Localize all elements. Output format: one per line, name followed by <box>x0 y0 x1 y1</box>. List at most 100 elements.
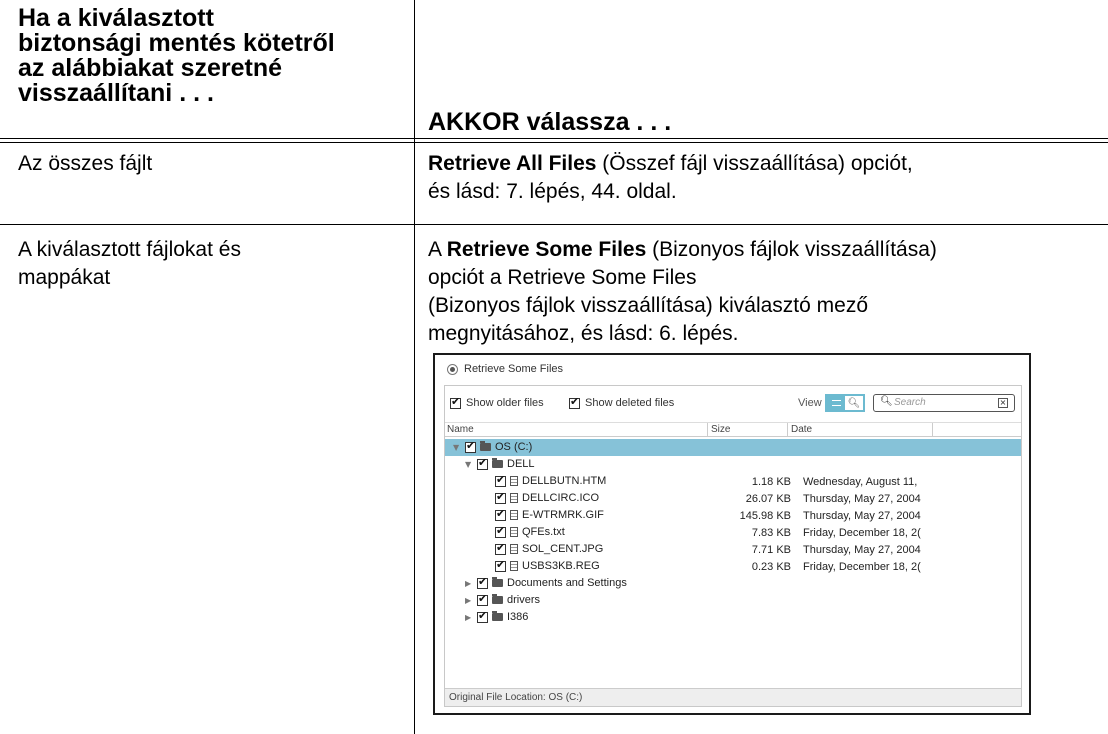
tree-item: ▼ DELL <box>465 456 535 471</box>
row2-action-text: A <box>428 238 447 261</box>
tree-item: USBS3KB.REG <box>495 558 600 572</box>
search-placeholder: Search <box>894 397 926 408</box>
checkbox-checked-icon[interactable] <box>495 558 506 572</box>
tree-item: DELLBUTN.HTM <box>495 473 606 487</box>
file-row[interactable]: SOL_CENT.JPG 7.71 KB Thursday, May 27, 200… <box>445 541 1021 558</box>
row2-action-text: megnyitásához, és lásd: 6. lépés. <box>428 322 739 345</box>
item-name: USBS3KB.REG <box>522 560 600 572</box>
retrieve-some-files-option[interactable]: Retrieve Some Files <box>447 363 563 375</box>
header-condition: Ha a kiválasztott biztonsági mentés köte… <box>18 6 408 106</box>
column-size[interactable]: Size <box>711 424 730 435</box>
retrieve-some-files-label: Retrieve Some Files <box>446 238 647 261</box>
item-name: OS (C:) <box>495 441 533 453</box>
checkbox-checked-icon[interactable] <box>495 541 506 555</box>
item-name: DELL <box>507 458 535 470</box>
column-separator <box>787 423 788 437</box>
column-separator <box>932 423 933 437</box>
checkbox-checked-icon[interactable] <box>477 456 488 470</box>
view-label: View <box>798 397 822 409</box>
folder-row[interactable]: ▼ DELL <box>445 456 1021 473</box>
column-date[interactable]: Date <box>791 424 812 435</box>
expand-down-icon[interactable]: ▼ <box>465 460 473 469</box>
row2-action-text: (Bizonyos fájlok visszaállítása) kiválas… <box>428 294 868 317</box>
folder-icon <box>492 458 503 468</box>
checkbox-checked-icon[interactable] <box>477 609 488 623</box>
expand-right-icon[interactable]: ▶ <box>465 613 473 622</box>
checkbox-checked-icon[interactable] <box>450 395 461 409</box>
item-date: Friday, December 18, 2( <box>803 527 921 539</box>
file-row[interactable]: QFEs.txt 7.83 KB Friday, December 18, 2( <box>445 524 1021 541</box>
checkbox-checked-icon[interactable] <box>477 575 488 589</box>
tree-item: E-WTRMRK.GIF <box>495 507 604 521</box>
item-size: 26.07 KB <box>745 493 791 505</box>
file-row[interactable]: DELLCIRC.ICO 26.07 KB Thursday, May 27, 20… <box>445 490 1021 507</box>
tree-item: DELLCIRC.ICO <box>495 490 600 504</box>
item-date: Friday, December 18, 2( <box>803 561 921 573</box>
retrieve-some-files-screenshot: Retrieve Some Files Show older files Sho… <box>433 353 1031 715</box>
tree-item: SOL_CENT.JPG <box>495 541 604 555</box>
list-view-icon[interactable] <box>827 396 845 410</box>
view-toggle[interactable]: 🔍︎ <box>825 394 865 412</box>
show-deleted-files-checkbox[interactable]: Show deleted files <box>569 395 675 409</box>
checkbox-checked-icon[interactable] <box>495 507 506 521</box>
file-row[interactable]: USBS3KB.REG 0.23 KB Friday, December 18, 2… <box>445 558 1021 575</box>
row2-condition-text: mappákat <box>18 266 111 289</box>
checkbox-checked-icon[interactable] <box>477 592 488 606</box>
radio-selected-icon[interactable] <box>447 363 458 375</box>
search-input[interactable]: 🔍︎ Search × <box>873 394 1015 412</box>
item-date: Thursday, May 27, 2004 <box>803 544 921 556</box>
tree-item: QFEs.txt <box>495 524 565 538</box>
header-action: AKKOR válassza . . . <box>428 108 672 136</box>
row2-condition-text: A kiválasztott fájlokat és <box>18 238 241 261</box>
expand-right-icon[interactable]: ▶ <box>465 596 473 605</box>
row1-action-text: és lásd: 7. lépés, 44. oldal. <box>428 180 677 203</box>
checkbox-checked-icon[interactable] <box>569 395 580 409</box>
file-icon <box>510 476 518 486</box>
option-title: Retrieve Some Files <box>464 363 564 375</box>
item-date: Thursday, May 27, 2004 <box>803 493 921 505</box>
folder-row[interactable]: ▶ drivers <box>445 592 1021 609</box>
header-line: az alábbiakat szeretné <box>18 54 283 82</box>
row2-action: A Retrieve Some Files (Bizonyos fájlok v… <box>428 236 937 348</box>
retrieve-all-files-label: Retrieve All Files <box>428 152 597 175</box>
item-name: I386 <box>507 611 529 623</box>
file-icon <box>510 544 518 554</box>
tree-item: ▶ drivers <box>465 592 540 607</box>
folder-row[interactable]: ▶ I386 <box>445 609 1021 626</box>
folder-row[interactable]: ▶ Documents and Settings <box>445 575 1021 592</box>
status-footer: Original File Location: OS (C:) <box>445 688 1021 706</box>
show-older-files-checkbox[interactable]: Show older files <box>450 395 544 409</box>
item-name: DELLCIRC.ICO <box>522 492 600 504</box>
file-row[interactable]: DELLBUTN.HTM 1.18 KB Wednesday, August 11, <box>445 473 1021 490</box>
checkbox-checked-icon[interactable] <box>495 473 506 487</box>
item-date: Wednesday, August 11, <box>803 476 918 488</box>
file-icon <box>510 527 518 537</box>
folder-row[interactable]: ▼ OS (C:) <box>445 439 1021 456</box>
checkbox-checked-icon[interactable] <box>465 439 476 453</box>
folder-icon <box>492 611 503 621</box>
header-line: Ha a kiválasztott <box>18 4 214 32</box>
expand-down-icon[interactable]: ▼ <box>453 443 461 452</box>
file-tree: ▼ OS (C:) ▼ DELL DELLBUTN.HTM 1.18 KB Wednesda… <box>445 439 1021 626</box>
clear-search-icon[interactable]: × <box>998 398 1008 408</box>
column-separator <box>707 423 708 437</box>
search-view-icon[interactable]: 🔍︎ <box>845 396 863 410</box>
item-name: QFEs.txt <box>522 526 565 538</box>
checkbox-checked-icon[interactable] <box>495 524 506 538</box>
original-location-text: Original File Location: OS (C:) <box>449 692 583 703</box>
column-name[interactable]: Name <box>447 424 474 435</box>
expand-right-icon[interactable]: ▶ <box>465 579 473 588</box>
toolbar: Show older files Show deleted files View… <box>445 386 1021 422</box>
checkbox-checked-icon[interactable] <box>495 490 506 504</box>
folder-icon <box>492 577 503 587</box>
header-divider-bottom <box>0 142 1108 143</box>
show-deleted-files-label: Show deleted files <box>585 397 675 409</box>
item-name: SOL_CENT.JPG <box>522 543 604 555</box>
tree-item: ▶ Documents and Settings <box>465 575 627 590</box>
folder-icon <box>480 441 491 451</box>
folder-icon <box>492 594 503 604</box>
search-icon: 🔍︎ <box>880 396 893 407</box>
file-row[interactable]: E-WTRMRK.GIF 145.98 KB Thursday, May 27, 2… <box>445 507 1021 524</box>
tree-item: ▼ OS (C:) <box>453 439 533 454</box>
row2-condition: A kiválasztott fájlokat és mappákat <box>18 236 241 292</box>
